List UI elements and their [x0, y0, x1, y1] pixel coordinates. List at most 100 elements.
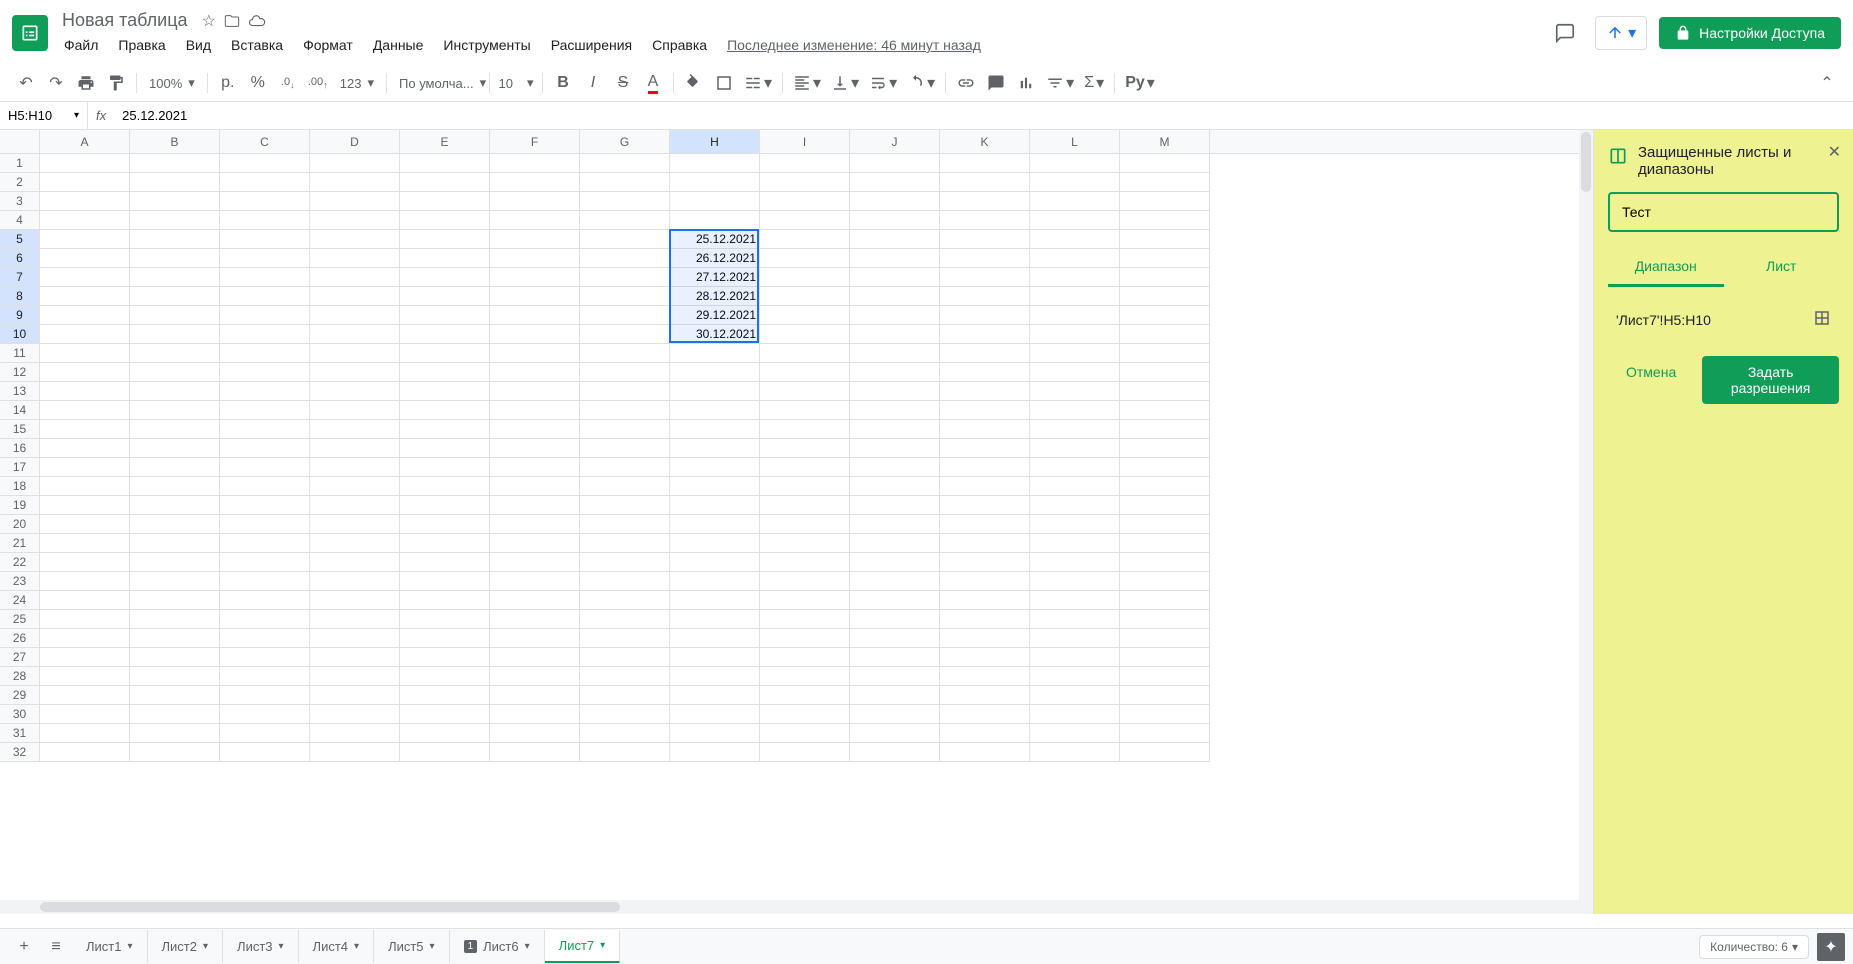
- cell[interactable]: [40, 515, 130, 534]
- cell[interactable]: [400, 192, 490, 211]
- cell[interactable]: [760, 686, 850, 705]
- cell[interactable]: [220, 724, 310, 743]
- cell[interactable]: [400, 515, 490, 534]
- cell[interactable]: [40, 211, 130, 230]
- cell[interactable]: [1120, 686, 1210, 705]
- cell[interactable]: [310, 363, 400, 382]
- cell[interactable]: [580, 629, 670, 648]
- cell[interactable]: [850, 686, 940, 705]
- row-header[interactable]: 28: [0, 667, 40, 686]
- row-header[interactable]: 24: [0, 591, 40, 610]
- menu-insert[interactable]: Вставка: [223, 33, 291, 57]
- cell[interactable]: [1030, 572, 1120, 591]
- cell[interactable]: [940, 553, 1030, 572]
- cell[interactable]: [940, 610, 1030, 629]
- cell[interactable]: [940, 439, 1030, 458]
- cell[interactable]: [1120, 629, 1210, 648]
- cell[interactable]: [1030, 401, 1120, 420]
- cell[interactable]: [1030, 306, 1120, 325]
- cell[interactable]: [400, 724, 490, 743]
- cell[interactable]: [1120, 477, 1210, 496]
- cell[interactable]: [1120, 230, 1210, 249]
- cell[interactable]: [130, 515, 220, 534]
- row-header[interactable]: 30: [0, 705, 40, 724]
- cell[interactable]: [40, 268, 130, 287]
- cell[interactable]: [850, 477, 940, 496]
- col-header-G[interactable]: G: [580, 130, 670, 153]
- cell[interactable]: [670, 686, 760, 705]
- sheet-tab[interactable]: Лист5▾: [374, 930, 450, 963]
- cell[interactable]: [580, 249, 670, 268]
- cell[interactable]: [1030, 230, 1120, 249]
- cell[interactable]: [670, 439, 760, 458]
- cell[interactable]: [40, 686, 130, 705]
- font-selector[interactable]: По умолча...▾: [393, 75, 483, 91]
- cell[interactable]: [1030, 705, 1120, 724]
- cell[interactable]: [130, 420, 220, 439]
- share-button[interactable]: Настройки Доступа: [1659, 17, 1841, 49]
- cell[interactable]: [40, 192, 130, 211]
- cell[interactable]: [310, 382, 400, 401]
- cell[interactable]: [580, 743, 670, 762]
- cell[interactable]: [490, 515, 580, 534]
- cell[interactable]: [40, 173, 130, 192]
- cell[interactable]: [220, 363, 310, 382]
- cell[interactable]: [220, 382, 310, 401]
- cell[interactable]: [40, 325, 130, 344]
- cell[interactable]: [40, 154, 130, 173]
- cell[interactable]: [490, 154, 580, 173]
- cell[interactable]: [310, 686, 400, 705]
- cell[interactable]: [40, 648, 130, 667]
- chart-btn[interactable]: [1012, 69, 1040, 97]
- count-badge[interactable]: Количество: 6▾: [1699, 935, 1809, 959]
- cell[interactable]: [670, 173, 760, 192]
- cell[interactable]: [670, 458, 760, 477]
- cell[interactable]: [490, 648, 580, 667]
- cell[interactable]: [220, 591, 310, 610]
- cell[interactable]: [130, 629, 220, 648]
- cell[interactable]: [850, 743, 940, 762]
- row-header[interactable]: 17: [0, 458, 40, 477]
- description-input[interactable]: [1608, 192, 1839, 232]
- cell[interactable]: [1030, 420, 1120, 439]
- cell[interactable]: [400, 572, 490, 591]
- cell[interactable]: [220, 268, 310, 287]
- sheet-tab[interactable]: Лист3▾: [223, 930, 299, 963]
- cell[interactable]: [220, 344, 310, 363]
- cell[interactable]: [400, 173, 490, 192]
- cell[interactable]: [760, 591, 850, 610]
- cell[interactable]: [310, 173, 400, 192]
- cell[interactable]: [940, 591, 1030, 610]
- cell[interactable]: [130, 458, 220, 477]
- range-value[interactable]: 'Лист7'!H5:H10: [1616, 312, 1711, 328]
- cell[interactable]: [940, 306, 1030, 325]
- italic-btn[interactable]: I: [579, 69, 607, 97]
- cloud-icon[interactable]: [248, 12, 266, 30]
- cell[interactable]: [580, 325, 670, 344]
- cell[interactable]: [580, 363, 670, 382]
- cell[interactable]: [400, 439, 490, 458]
- menu-edit[interactable]: Правка: [110, 33, 173, 57]
- collapse-toolbar-icon[interactable]: ⌃: [1813, 69, 1841, 97]
- print-icon[interactable]: [72, 69, 100, 97]
- cell[interactable]: [220, 743, 310, 762]
- cell[interactable]: [310, 325, 400, 344]
- cell[interactable]: [1120, 572, 1210, 591]
- cell[interactable]: [490, 249, 580, 268]
- percent-btn[interactable]: %: [244, 69, 272, 97]
- col-header-J[interactable]: J: [850, 130, 940, 153]
- cell[interactable]: [1030, 458, 1120, 477]
- cell[interactable]: [670, 363, 760, 382]
- cell[interactable]: [490, 344, 580, 363]
- cell[interactable]: [1030, 686, 1120, 705]
- cell[interactable]: [1120, 515, 1210, 534]
- all-sheets-icon[interactable]: ≡: [40, 931, 72, 963]
- cell[interactable]: [40, 439, 130, 458]
- cell[interactable]: [670, 496, 760, 515]
- cell[interactable]: 29.12.2021: [670, 306, 760, 325]
- cell[interactable]: [220, 610, 310, 629]
- cell[interactable]: [760, 287, 850, 306]
- row-header[interactable]: 16: [0, 439, 40, 458]
- font-size-selector[interactable]: 10▾: [496, 75, 536, 91]
- borders-btn[interactable]: [710, 69, 738, 97]
